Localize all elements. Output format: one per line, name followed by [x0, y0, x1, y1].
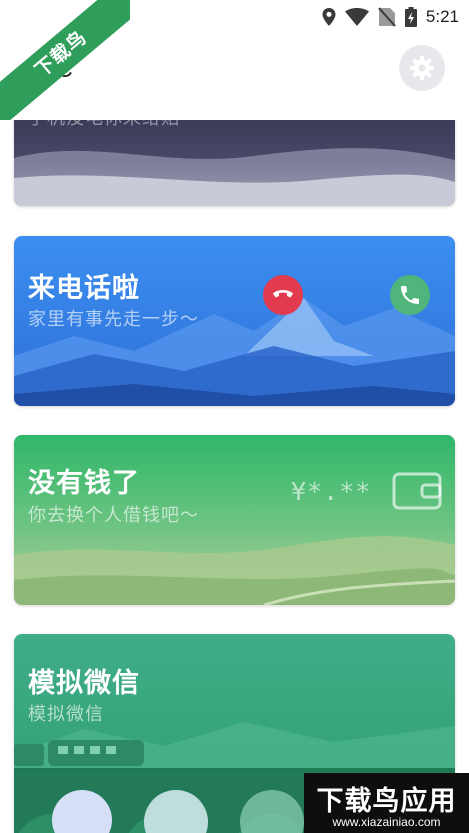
- card-subtitle: 模拟微信: [28, 704, 104, 725]
- decline-call-button[interactable]: [263, 275, 303, 315]
- status-icons: 5:21: [322, 6, 459, 28]
- card-title: 没有钱了: [28, 468, 140, 499]
- phone-hangup-icon: [273, 290, 293, 298]
- app-title: LSC: [28, 56, 73, 82]
- status-bar: 5:21: [0, 0, 469, 34]
- status-time: 5:21: [425, 7, 459, 26]
- location-icon: [322, 8, 336, 26]
- gear-icon: [410, 56, 434, 80]
- app-screen: 5:21 LSC 来电话啦 家里有事先走一步～ 没有钱了 你去换个人借钱吧～ ¥…: [0, 0, 469, 833]
- watermark-url: www.xiazainiao.com: [332, 815, 441, 829]
- wifi-icon: [344, 8, 369, 26]
- card-title: 来电话啦: [28, 273, 140, 304]
- card-background: [14, 120, 455, 206]
- settings-button[interactable]: [399, 45, 445, 91]
- card-list[interactable]: 手机没电你来给贴 来电话啦 家里有事先走一步～: [0, 120, 469, 833]
- wallet-icon: [392, 472, 442, 510]
- card-subtitle: 你去换个人借钱吧～: [28, 505, 199, 526]
- watermark-badge: 下载鸟应用 www.xiazainiao.com: [304, 773, 469, 833]
- card-charging[interactable]: 手机没电你来给贴: [14, 120, 455, 206]
- balance-text: ¥*.**: [291, 477, 372, 506]
- card-subtitle: 手机没电你来给贴: [28, 120, 180, 130]
- app-bar: LSC: [0, 34, 469, 120]
- no-sim-icon: [378, 7, 396, 27]
- card-subtitle: 家里有事先走一步～: [28, 309, 199, 330]
- phone-icon: [401, 286, 419, 304]
- card-no-money[interactable]: 没有钱了 你去换个人借钱吧～ ¥*.**: [14, 435, 455, 605]
- card-incoming-call[interactable]: 来电话啦 家里有事先走一步～: [14, 236, 455, 406]
- watermark-main-text: 下载鸟应用: [316, 786, 457, 817]
- card-title: 模拟微信: [28, 668, 140, 699]
- battery-charging-icon: [404, 7, 417, 27]
- accept-call-button[interactable]: [390, 275, 430, 315]
